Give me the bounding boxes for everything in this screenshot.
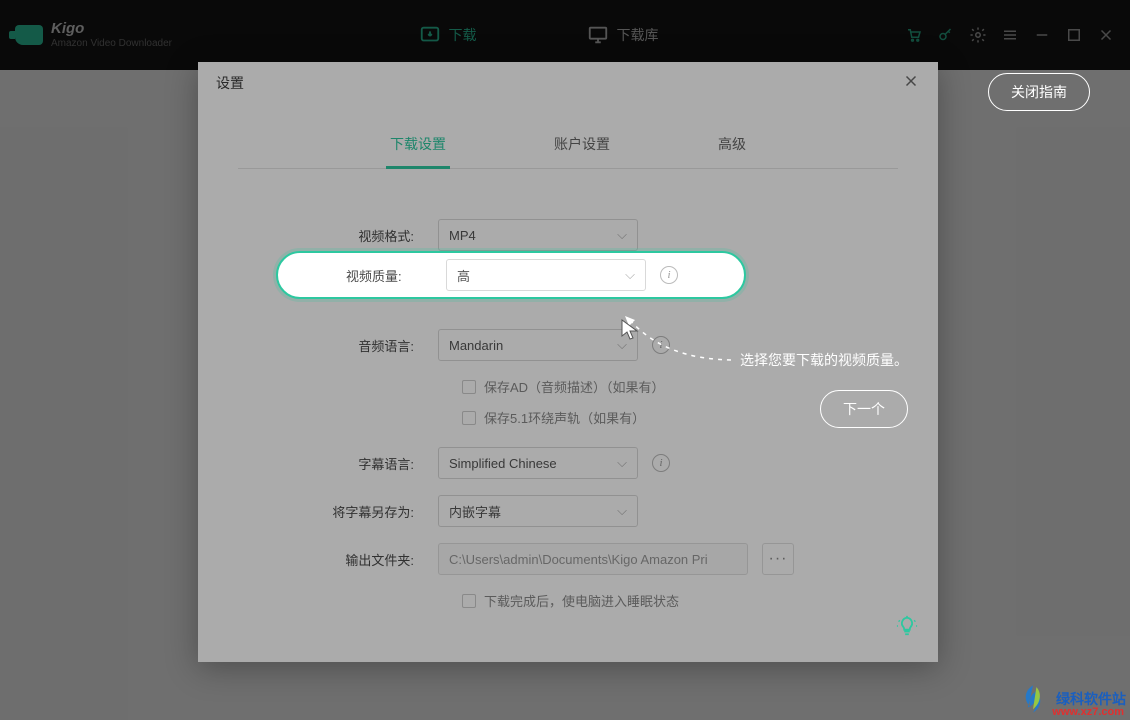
chevron-down-icon: ⌵ [617,337,627,353]
row-video-format: 视频格式: MP4 ⌵ [238,219,898,251]
guide-next-button[interactable]: 下一个 [820,390,908,428]
close-guide-button[interactable]: 关闭指南 [988,73,1090,111]
tab-advanced[interactable]: 高级 [714,124,750,169]
label-save-ad: 保存AD（音频描述）（如果有） [484,377,665,396]
chevron-down-icon: ⌵ [617,455,627,471]
label-save-subtitle-as: 将字幕另存为: [238,502,438,521]
info-icon[interactable]: i [660,266,678,284]
row-output-folder: 输出文件夹: C:\Users\admin\Documents\Kigo Ama… [238,543,898,575]
highlight-video-quality: 视频质量: 高 ⌵ i [276,251,746,299]
value-video-quality: 高 [457,266,470,285]
chevron-down-icon: ⌵ [617,503,627,519]
select-save-subtitle-as[interactable]: 内嵌字幕 ⌵ [438,495,638,527]
label-video-quality: 视频质量: [346,266,446,285]
chevron-down-icon: ⌵ [617,227,627,243]
label-sleep-after: 下载完成后，使电脑进入睡眠状态 [484,591,679,610]
value-audio-language: Mandarin [449,338,503,353]
select-subtitle-language[interactable]: Simplified Chinese ⌵ [438,447,638,479]
label-subtitle-language: 字幕语言: [238,454,438,473]
watermark-url: www.xz7.com [1052,706,1124,718]
value-subtitle-language: Simplified Chinese [449,456,557,471]
browse-button[interactable]: ··· [762,543,794,575]
watermark-logo-icon [1016,682,1050,716]
select-video-quality[interactable]: 高 ⌵ [446,259,646,291]
value-save-subtitle-as: 内嵌字幕 [449,502,501,521]
lightbulb-icon[interactable] [896,615,918,642]
settings-form: 视频格式: MP4 ⌵ 音频语言: Mandarin ⌵ i 保存AD（音频描述… [198,169,938,610]
select-audio-language[interactable]: Mandarin ⌵ [438,329,638,361]
label-output-folder: 输出文件夹: [238,550,438,569]
output-folder-path[interactable]: C:\Users\admin\Documents\Kigo Amazon Pri [438,543,748,575]
chevron-down-icon: ⌵ [625,267,635,283]
row-save-subtitle-as: 将字幕另存为: 内嵌字幕 ⌵ [238,495,898,527]
checkbox-icon[interactable] [462,411,476,425]
info-icon[interactable]: i [652,336,670,354]
close-modal-icon[interactable] [902,72,920,95]
check-sleep-after[interactable]: 下载完成后，使电脑进入睡眠状态 [462,591,898,610]
modal-tabs: 下载设置 账户设置 高级 [238,124,898,169]
label-video-format: 视频格式: [238,226,438,245]
label-save-51: 保存5.1环绕声轨（如果有） [484,408,645,427]
tab-account-settings[interactable]: 账户设置 [550,124,614,169]
label-audio-language: 音频语言: [238,336,438,355]
row-subtitle-language: 字幕语言: Simplified Chinese ⌵ i [238,447,898,479]
select-video-format[interactable]: MP4 ⌵ [438,219,638,251]
guide-callout: 选择您要下载的视频质量。 [740,350,908,370]
info-icon[interactable]: i [652,454,670,472]
checkbox-icon[interactable] [462,594,476,608]
value-video-format: MP4 [449,228,476,243]
checkbox-icon[interactable] [462,380,476,394]
tab-download-settings[interactable]: 下载设置 [386,124,450,169]
modal-title: 设置 [216,73,244,93]
